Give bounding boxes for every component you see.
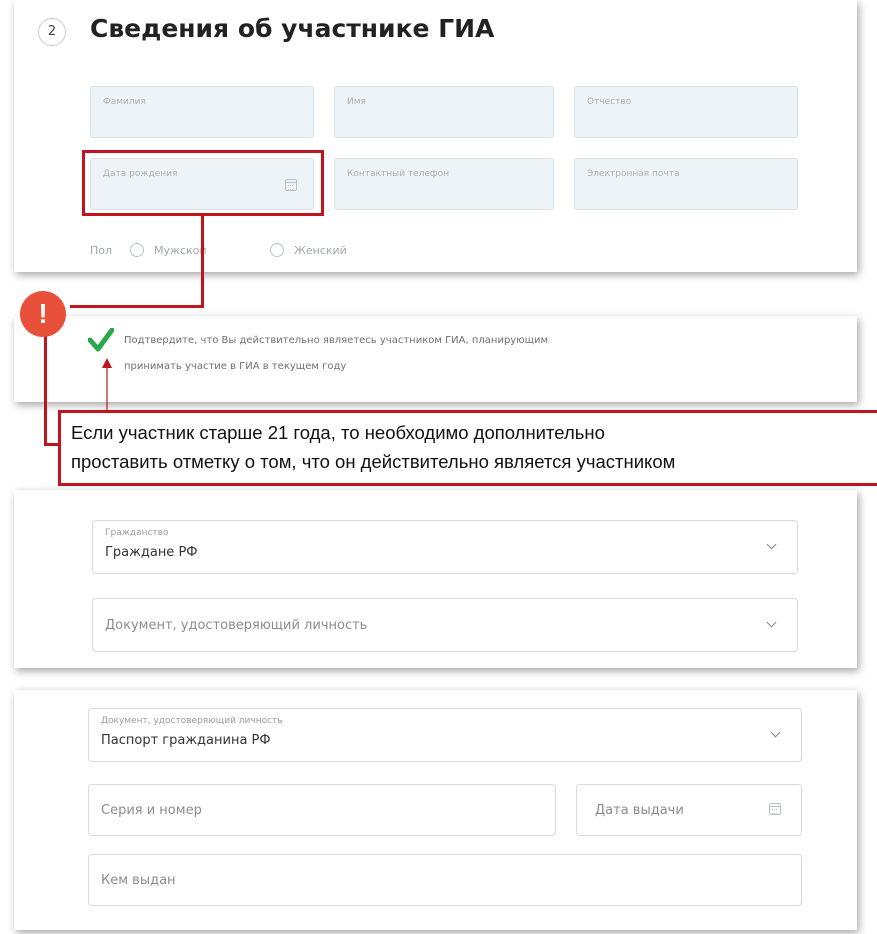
- first-name-field[interactable]: Имя: [334, 86, 554, 138]
- gender-female-label[interactable]: Женский: [294, 244, 347, 257]
- callout-text-line1: Если участник старше 21 года, то необход…: [71, 422, 605, 443]
- gender-label: Пол: [90, 244, 113, 257]
- gender-male-radio[interactable]: [130, 243, 144, 257]
- citizenship-select[interactable]: Гражданство Граждане РФ: [92, 520, 798, 574]
- arrow-up-icon: [102, 358, 112, 410]
- chevron-down-icon[interactable]: [766, 539, 777, 550]
- chevron-down-icon[interactable]: [770, 727, 781, 738]
- connector-vertical: [201, 216, 204, 308]
- confirmation-text-line2: принимать участие в ГИА в текущем году: [124, 361, 347, 372]
- birth-date-highlight-box: [82, 150, 324, 216]
- document-type-value: Паспорт гражданина РФ: [101, 733, 271, 748]
- participant-info-card: 2 Сведения об участнике ГИА Фамилия Имя …: [14, 0, 857, 272]
- series-number-placeholder: Серия и номер: [101, 803, 202, 818]
- issue-date-field[interactable]: Дата выдачи: [576, 784, 802, 836]
- issued-by-placeholder: Кем выдан: [101, 873, 176, 888]
- email-label: Электронная почта: [587, 169, 680, 179]
- warning-badge-text: !: [38, 298, 48, 329]
- connector-horizontal: [70, 305, 204, 308]
- connector-to-callout: [44, 443, 58, 446]
- connector-down: [44, 330, 47, 446]
- document-type-label: Документ, удостоверяющий личность: [101, 716, 283, 726]
- last-name-label: Фамилия: [103, 97, 146, 107]
- gender-male-label[interactable]: Мужской: [154, 244, 206, 257]
- citizenship-card: Гражданство Граждане РФ Документ, удосто…: [14, 490, 857, 668]
- document-type-select[interactable]: Документ, удостоверяющий личность Паспор…: [88, 708, 802, 762]
- citizenship-label: Гражданство: [105, 528, 169, 538]
- email-field[interactable]: Электронная почта: [574, 158, 798, 210]
- first-name-label: Имя: [347, 97, 366, 107]
- calendar-icon[interactable]: [769, 803, 781, 815]
- issued-by-field[interactable]: Кем выдан: [88, 854, 802, 906]
- callout-text-line2: проставить отметку о том, что он действи…: [71, 451, 676, 472]
- confirmation-card: Подтвердите, что Вы действительно являет…: [14, 316, 857, 402]
- citizenship-value: Граждане РФ: [105, 545, 198, 560]
- warning-badge: !: [20, 291, 66, 337]
- callout-box: Если участник старше 21 года, то необход…: [58, 410, 877, 486]
- confirmation-text-line1: Подтвердите, что Вы действительно являет…: [124, 335, 549, 346]
- step-number-badge: 2: [38, 18, 66, 46]
- phone-label: Контактный телефон: [347, 169, 450, 179]
- series-number-field[interactable]: Серия и номер: [88, 784, 556, 836]
- document-card: Документ, удостоверяющий личность Паспор…: [14, 690, 857, 930]
- gender-female-radio[interactable]: [270, 243, 284, 257]
- patronymic-label: Отчество: [587, 97, 632, 107]
- last-name-field[interactable]: Фамилия: [90, 86, 314, 138]
- phone-field[interactable]: Контактный телефон: [334, 158, 554, 210]
- id-document-placeholder: Документ, удостоверяющий личность: [105, 618, 368, 633]
- issue-date-placeholder: Дата выдачи: [595, 803, 684, 818]
- id-document-select[interactable]: Документ, удостоверяющий личность: [92, 598, 798, 652]
- step-number: 2: [47, 24, 57, 39]
- section-title: Сведения об участнике ГИА: [90, 14, 495, 43]
- patronymic-field[interactable]: Отчество: [574, 86, 798, 138]
- chevron-down-icon[interactable]: [766, 617, 777, 628]
- checkmark-icon[interactable]: [88, 328, 114, 352]
